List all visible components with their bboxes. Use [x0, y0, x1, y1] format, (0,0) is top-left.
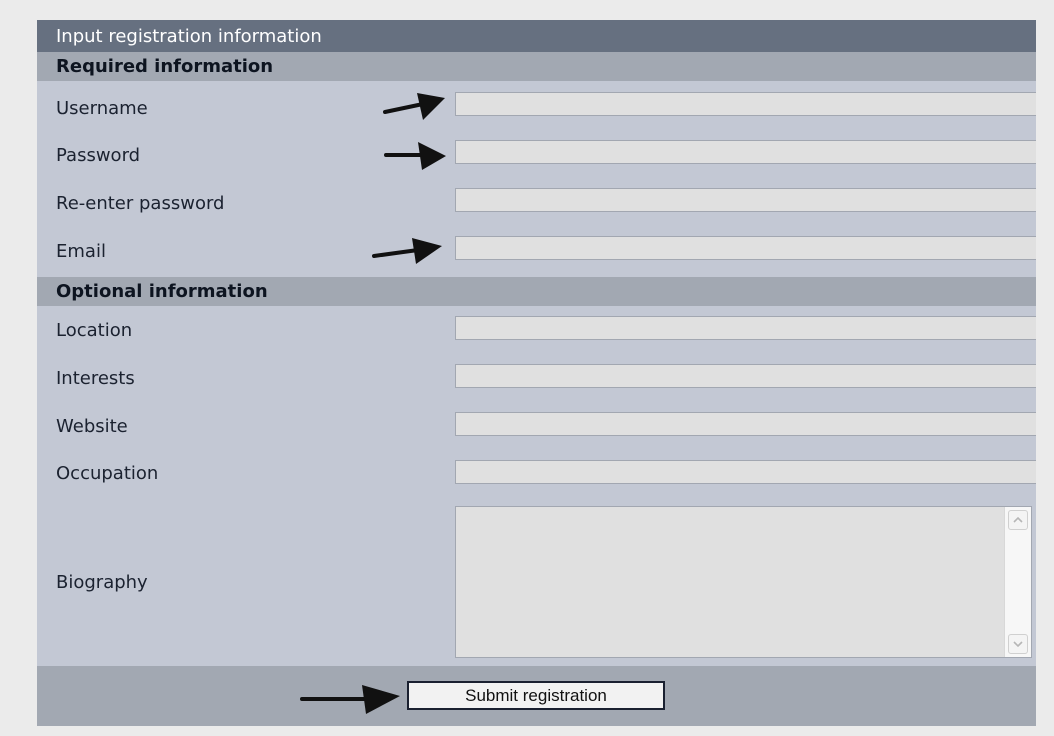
- right-arrow-icon: [372, 238, 442, 264]
- password-field[interactable]: [455, 140, 1036, 164]
- right-arrow-icon: [384, 142, 446, 170]
- password-label: Password: [56, 145, 141, 166]
- registration-form: Input registration information Required …: [37, 20, 1036, 726]
- scroll-up-icon[interactable]: [1008, 510, 1028, 530]
- username-field[interactable]: [455, 92, 1036, 116]
- biography-textarea[interactable]: [456, 507, 1005, 657]
- website-field[interactable]: [455, 412, 1036, 436]
- submit-registration-button[interactable]: Submit registration: [407, 681, 665, 710]
- biography-label: Biography: [56, 572, 148, 593]
- reenter-password-field[interactable]: [455, 188, 1036, 212]
- email-field[interactable]: [455, 236, 1036, 260]
- required-section-heading: Required information: [37, 52, 1036, 81]
- website-label: Website: [56, 416, 128, 437]
- biography-textarea-container: [455, 506, 1032, 658]
- interests-label: Interests: [56, 368, 135, 389]
- email-label: Email: [56, 241, 106, 262]
- right-arrow-icon: [383, 93, 445, 120]
- occupation-label: Occupation: [56, 463, 159, 484]
- right-arrow-icon: [300, 685, 400, 714]
- form-footer: Submit registration: [37, 666, 1036, 726]
- biography-scrollbar[interactable]: [1004, 507, 1031, 657]
- optional-section-heading: Optional information: [37, 277, 1036, 306]
- form-title: Input registration information: [37, 20, 1036, 52]
- reenter-password-label: Re-enter password: [56, 193, 225, 214]
- location-field[interactable]: [455, 316, 1036, 340]
- interests-field[interactable]: [455, 364, 1036, 388]
- scroll-down-icon[interactable]: [1008, 634, 1028, 654]
- location-label: Location: [56, 320, 133, 341]
- occupation-field[interactable]: [455, 460, 1036, 484]
- username-label: Username: [56, 98, 148, 119]
